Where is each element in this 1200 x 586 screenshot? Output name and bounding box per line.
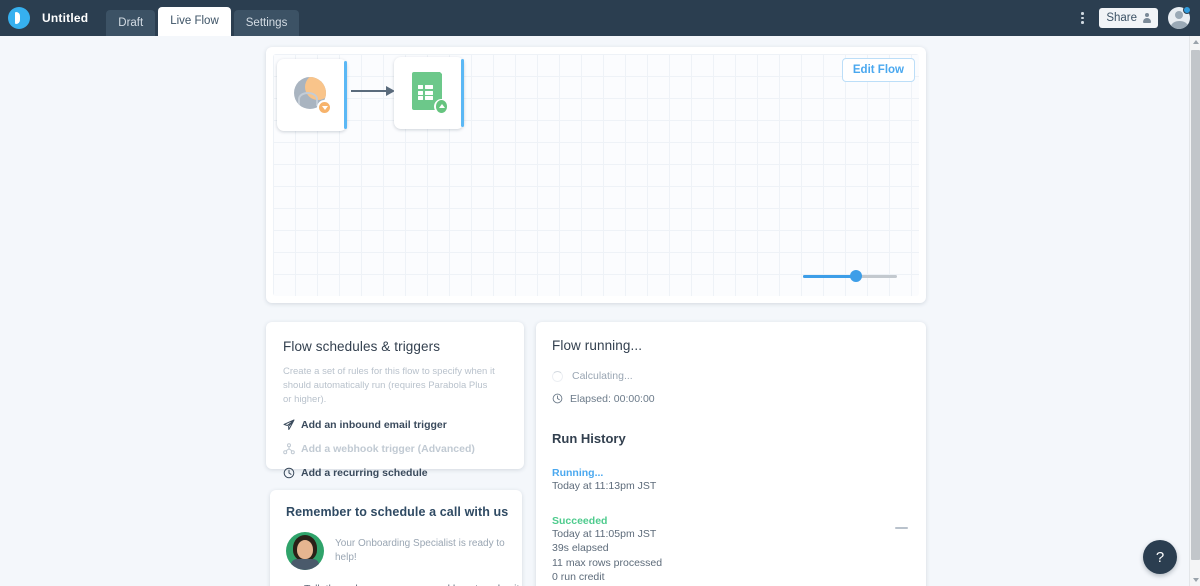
run-detail-rows: 11 max rows processed <box>552 556 663 569</box>
caret-up-icon[interactable] <box>1190 36 1200 48</box>
scrollbar-thumb[interactable] <box>1191 50 1200 560</box>
download-badge-icon <box>317 100 332 115</box>
upload-badge-icon <box>434 99 449 114</box>
top-bar-actions: Share <box>1075 0 1200 36</box>
add-recurring-schedule-label: Add a recurring schedule <box>301 467 428 479</box>
run-timestamp: Today at 11:05pm JST <box>552 527 657 540</box>
calculating-label: Calculating... <box>572 370 633 382</box>
person-icon <box>1142 13 1151 23</box>
arrow-right-icon <box>351 86 395 96</box>
run-history-entry-running[interactable]: Running... Today at 11:13pm JST <box>552 467 910 494</box>
onboarding-specialist-row: Your Onboarding Specialist is ready to h… <box>286 532 506 570</box>
add-recurring-schedule[interactable]: Add a recurring schedule <box>283 467 507 479</box>
brand-zone: Untitled <box>0 0 88 36</box>
elapsed-time-label: Elapsed: 00:00:00 <box>570 393 655 405</box>
flow-canvas[interactable] <box>273 54 919 296</box>
share-button-label: Share <box>1106 12 1137 24</box>
webhook-nodes-icon <box>283 443 295 455</box>
more-vertical-icon[interactable] <box>1075 10 1089 26</box>
spreadsheet-upload-icon <box>409 72 449 114</box>
zoom-slider-thumb[interactable] <box>850 270 862 282</box>
export-node[interactable] <box>394 57 464 129</box>
loading-spinner-icon <box>552 370 563 382</box>
add-webhook-trigger[interactable]: Add a webhook trigger (Advanced) <box>283 443 507 455</box>
document-title[interactable]: Untitled <box>42 11 88 25</box>
card-title-schedules: Flow schedules & triggers <box>283 339 441 354</box>
clock-icon <box>283 467 295 479</box>
paper-plane-icon <box>283 419 295 431</box>
add-inbound-email-trigger[interactable]: Add an inbound email trigger <box>283 419 507 431</box>
flow-schedules-card: Flow schedules & triggers Create a set o… <box>266 322 524 479</box>
clock-icon <box>552 393 564 405</box>
caret-down-icon[interactable] <box>1190 574 1200 586</box>
run-timestamp: Today at 11:13pm JST <box>552 480 657 492</box>
run-state-label: Succeeded <box>552 514 608 527</box>
help-button[interactable]: ? <box>1143 540 1177 574</box>
question-mark-icon: ? <box>1155 548 1165 566</box>
user-avatar[interactable] <box>1168 6 1191 29</box>
globe-download-icon <box>292 75 332 115</box>
collapse-icon[interactable] <box>895 526 908 529</box>
top-navigation-bar: Untitled Draft Live Flow Settings Share <box>0 0 1200 36</box>
tab-bar: Draft Live Flow Settings <box>106 0 302 36</box>
calculating-status: Calculating... <box>552 370 910 382</box>
run-state-label: Running... <box>552 467 604 479</box>
run-history-title: Run History <box>552 431 626 446</box>
schedule-call-card: Remember to schedule a call with us Your… <box>270 490 522 586</box>
tab-live-flow[interactable]: Live Flow <box>158 7 231 36</box>
page-body: Edit Flow Flow schedules & triggers Crea… <box>0 36 1190 586</box>
zoom-slider-fill <box>803 275 855 278</box>
run-detail-elapsed: 39s elapsed <box>552 542 609 554</box>
add-webhook-trigger-label: Add a webhook trigger (Advanced) <box>301 443 475 455</box>
flow-run-card: Flow running... Calculating... Elapsed: … <box>536 322 926 586</box>
edit-flow-button[interactable]: Edit Flow <box>841 58 915 82</box>
share-button[interactable]: Share <box>1099 8 1158 28</box>
schedules-description: Create a set of rules for this flow to s… <box>283 366 495 405</box>
add-inbound-email-trigger-label: Add an inbound email trigger <box>301 419 447 431</box>
elapsed-time-row: Elapsed: 00:00:00 <box>552 393 910 405</box>
parabola-logo-icon[interactable] <box>8 7 30 29</box>
run-detail-credit: 0 run credit <box>552 571 605 583</box>
flow-running-title: Flow running... <box>552 338 643 353</box>
run-history-entry-succeeded[interactable]: Succeeded Today at 11:05pm JST 39s elaps… <box>552 515 910 586</box>
onboarding-blurb: Your Onboarding Specialist is ready to h… <box>335 538 505 563</box>
import-node[interactable] <box>277 59 347 131</box>
tab-settings[interactable]: Settings <box>233 10 300 36</box>
card-title-call: Remember to schedule a call with us <box>286 505 509 519</box>
onboarding-specialist-photo <box>286 532 324 570</box>
vertical-scrollbar[interactable] <box>1189 36 1200 586</box>
tab-draft[interactable]: Draft <box>106 10 156 36</box>
notification-badge <box>1183 6 1191 14</box>
flow-preview-card: Edit Flow <box>266 47 926 303</box>
zoom-slider[interactable] <box>803 269 897 283</box>
